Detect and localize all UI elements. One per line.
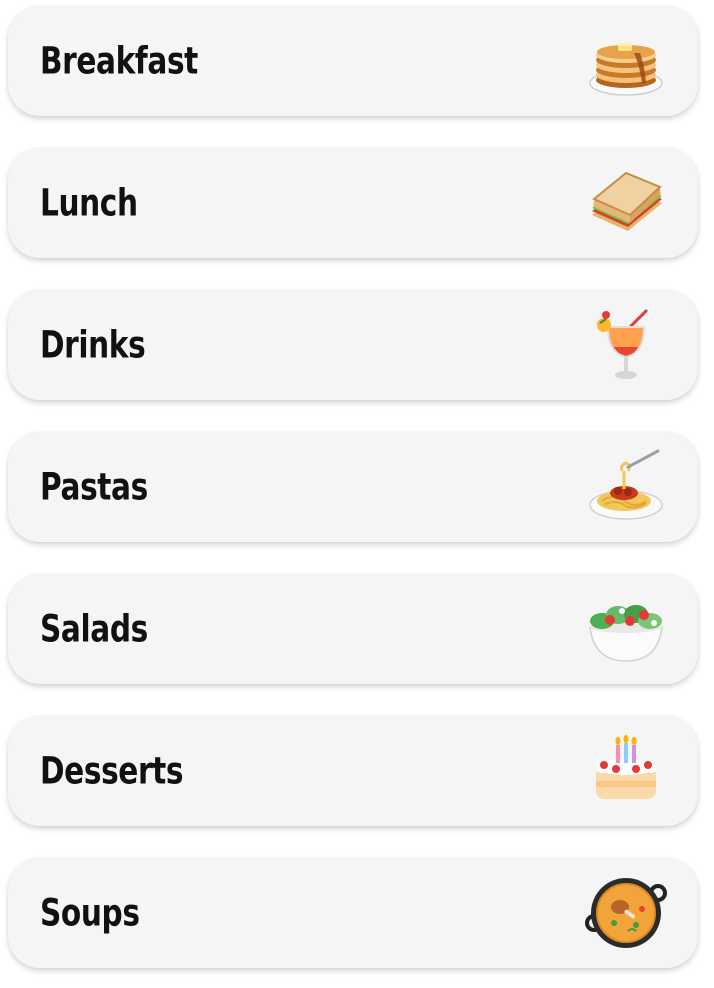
category-label: Desserts <box>40 749 184 793</box>
category-card-breakfast[interactable]: Breakfast <box>8 6 698 116</box>
birthday-cake-icon <box>584 729 668 813</box>
category-label: Breakfast <box>40 39 198 83</box>
pancakes-icon <box>584 19 668 103</box>
category-card-pastas[interactable]: Pastas <box>8 432 698 542</box>
category-label: Drinks <box>40 323 146 367</box>
category-list: Breakfast Lunch Drinks Pastas Salads Des… <box>0 0 714 988</box>
category-label: Soups <box>40 891 140 935</box>
tropical-drink-icon <box>584 303 668 387</box>
shallow-pan-of-food-icon <box>584 871 668 955</box>
category-label: Lunch <box>40 181 138 225</box>
category-card-salads[interactable]: Salads <box>8 574 698 684</box>
green-salad-icon <box>584 587 668 671</box>
category-label: Pastas <box>40 465 148 509</box>
spaghetti-icon <box>584 445 668 529</box>
category-card-drinks[interactable]: Drinks <box>8 290 698 400</box>
sandwich-icon <box>584 161 668 245</box>
category-card-desserts[interactable]: Desserts <box>8 716 698 826</box>
category-card-soups[interactable]: Soups <box>8 858 698 968</box>
category-label: Salads <box>40 607 148 651</box>
category-card-lunch[interactable]: Lunch <box>8 148 698 258</box>
